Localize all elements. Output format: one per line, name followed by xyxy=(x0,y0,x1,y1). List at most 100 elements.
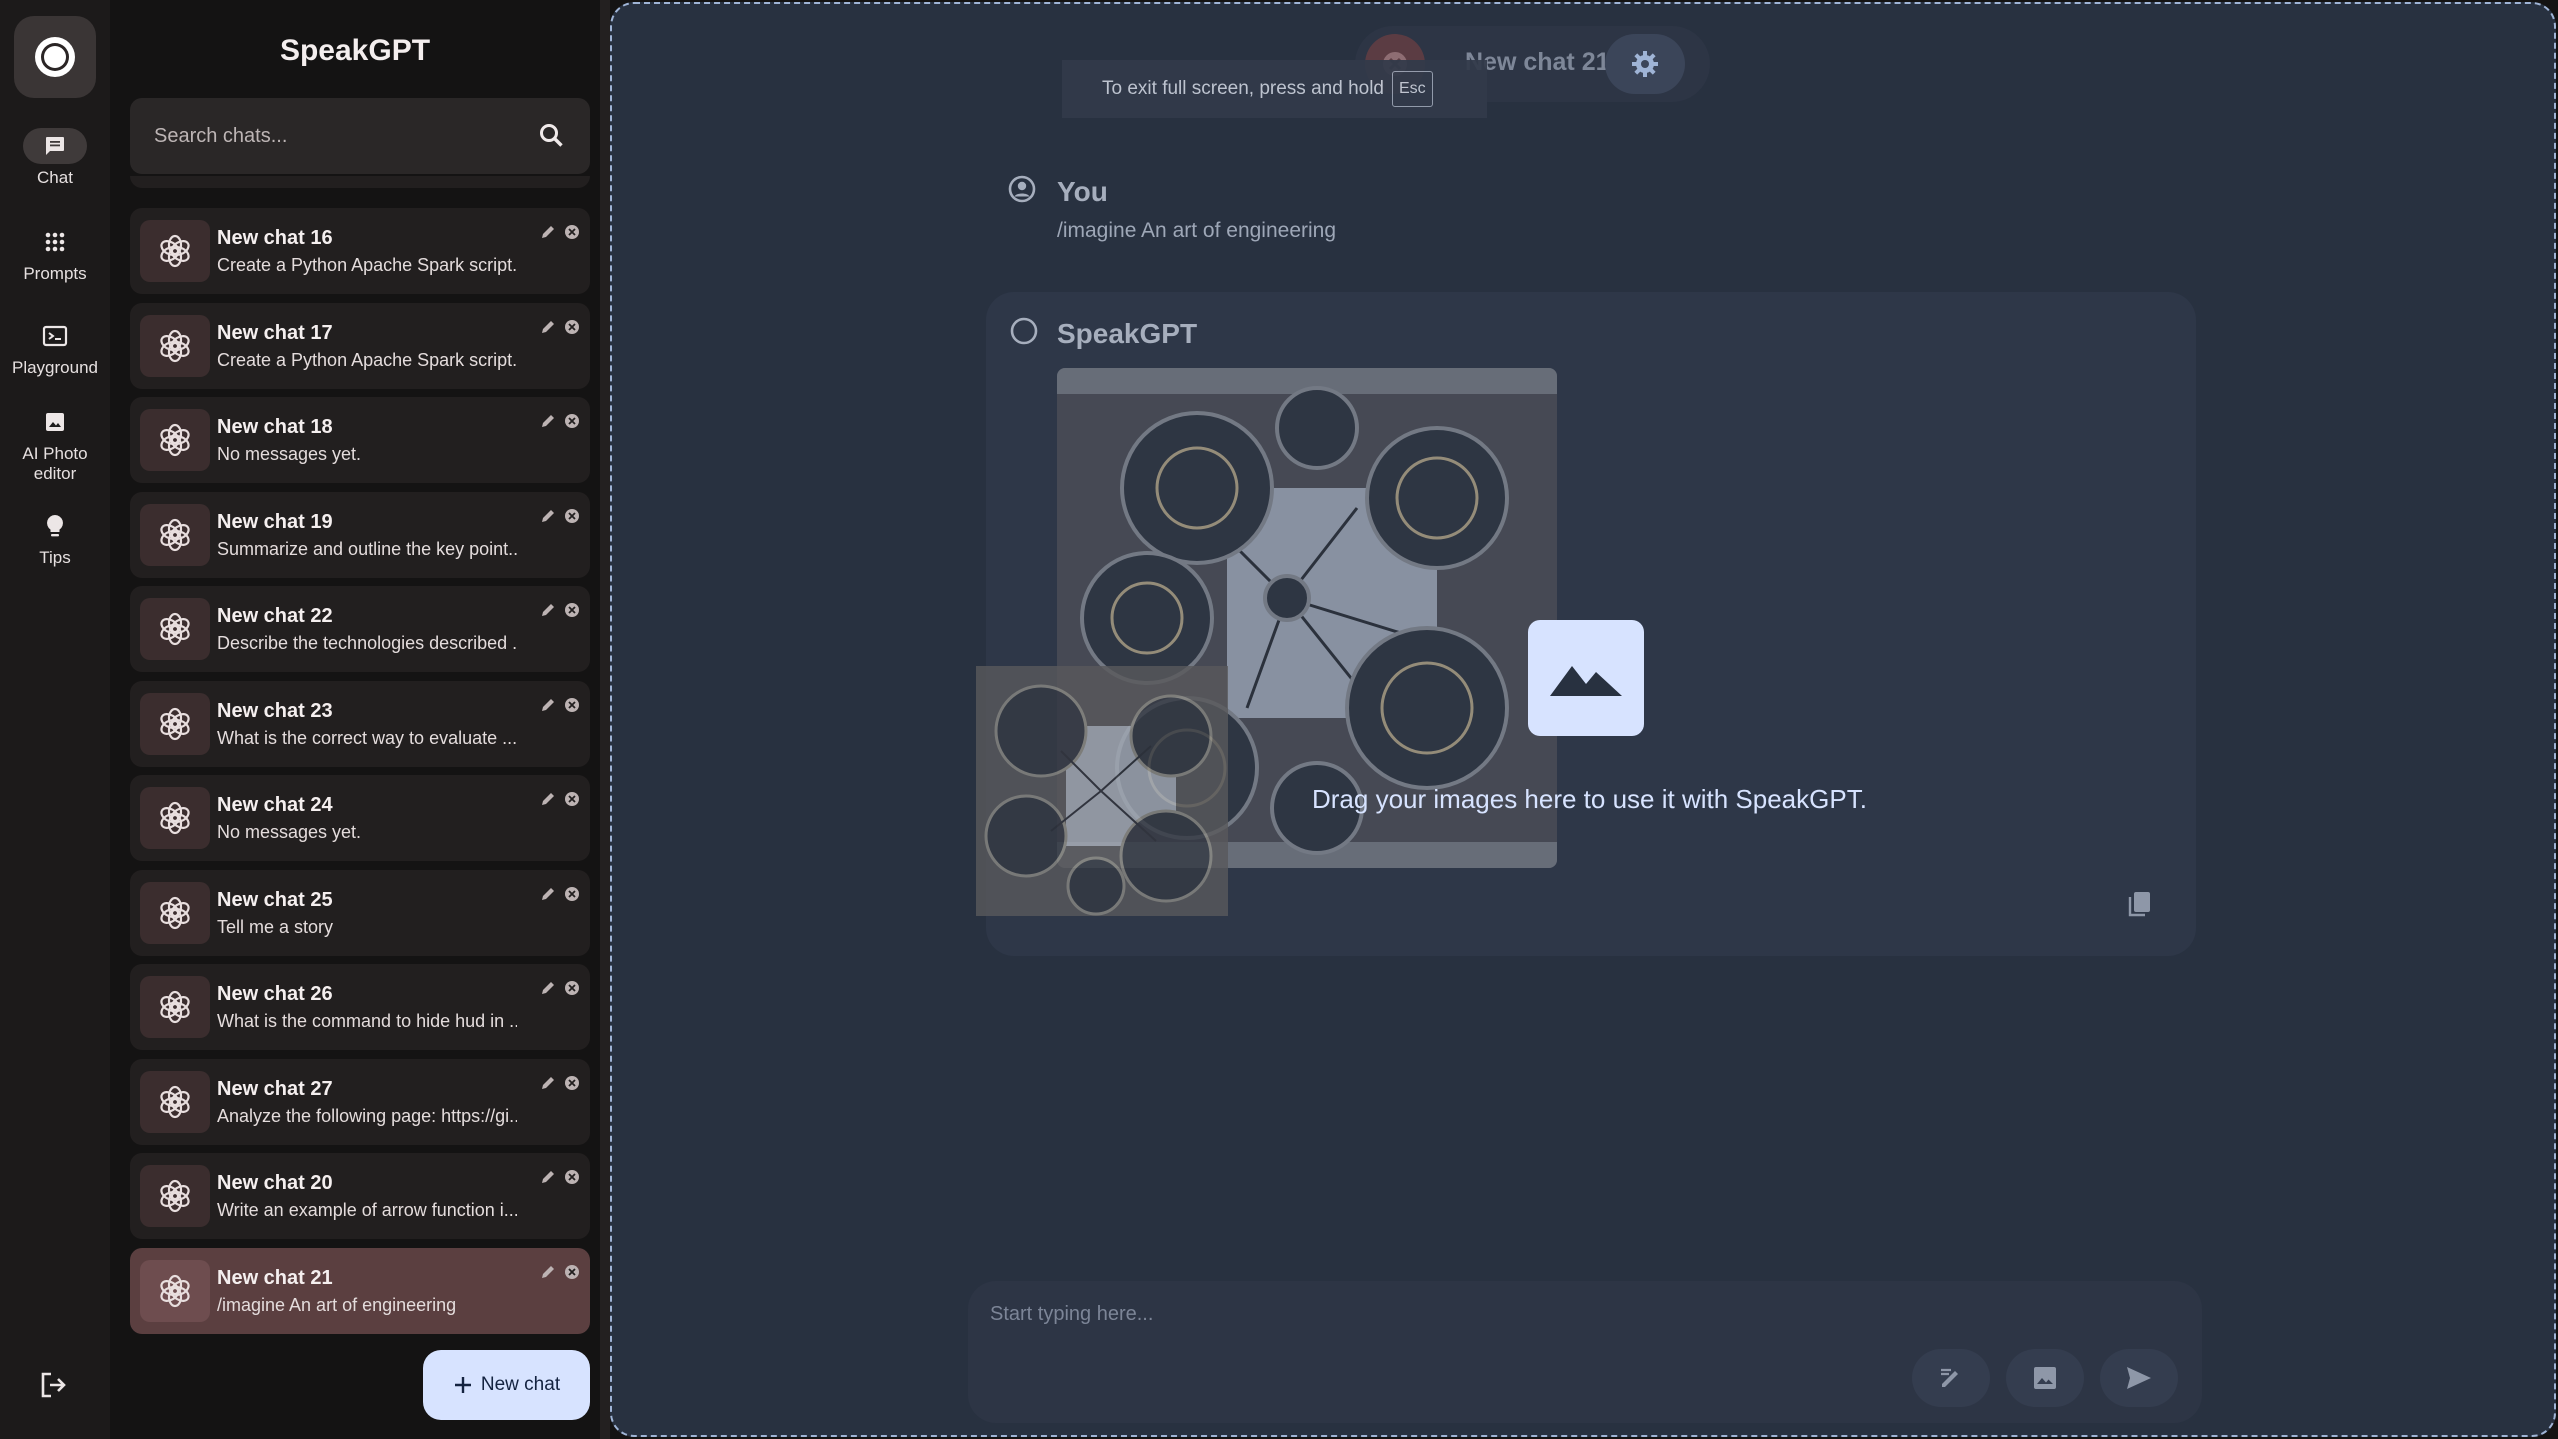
chat-list-item[interactable]: New chat 18 No messages yet. xyxy=(130,397,590,483)
rail-item-chat[interactable]: Chat xyxy=(0,128,110,188)
edit-icon[interactable] xyxy=(540,697,556,718)
rail-item-playground[interactable]: Playground xyxy=(0,318,110,378)
delete-icon[interactable] xyxy=(564,886,580,907)
edit-icon[interactable] xyxy=(540,319,556,340)
edit-icon[interactable] xyxy=(540,1169,556,1190)
edit-icon[interactable] xyxy=(540,508,556,529)
delete-icon[interactable] xyxy=(564,1075,580,1096)
chat-item-actions xyxy=(540,697,580,718)
openai-logo-icon xyxy=(140,976,210,1038)
user-message-text: /imagine An art of engineering xyxy=(1057,219,1337,242)
chat-item-actions xyxy=(540,319,580,340)
chat-item-actions xyxy=(540,980,580,1001)
chat-item-actions xyxy=(540,224,580,245)
chat-item-preview: Summarize and outline the key point... xyxy=(217,538,517,559)
edit-icon[interactable] xyxy=(540,980,556,1001)
delete-icon[interactable] xyxy=(564,1169,580,1190)
openai-logo-icon xyxy=(140,1259,210,1322)
assistant-avatar-icon xyxy=(1010,317,1038,345)
delete-icon[interactable] xyxy=(564,791,580,812)
openai-logo-icon xyxy=(140,503,210,566)
chat-list-panel: SpeakGPT New chat 16 Create a Python Apac… xyxy=(110,0,606,1439)
copy-button[interactable] xyxy=(2112,876,2168,932)
chat-item-title: New chat 17 xyxy=(217,321,333,344)
delete-icon[interactable] xyxy=(564,508,580,529)
chat-list-item[interactable]: New chat 22 Describe the technologies des… xyxy=(130,586,590,672)
chat-item-preview: Tell me a story xyxy=(217,916,334,937)
chat-list-item[interactable]: New chat 27 Analyze the following page: h… xyxy=(130,1058,590,1145)
chat-item-preview: What is the correct way to evaluate ... xyxy=(217,727,517,748)
chat-item-actions xyxy=(540,508,580,529)
message-input[interactable] xyxy=(990,1303,1890,1343)
rail-item-tips[interactable]: Tips xyxy=(0,508,110,568)
logout-icon[interactable] xyxy=(38,1370,68,1405)
delete-icon[interactable] xyxy=(564,224,580,245)
chat-item-preview: No messages yet. xyxy=(217,822,362,842)
chat-list: New chat 16 Create a Python Apache Spark … xyxy=(130,176,590,1336)
rail-label-tips: Tips xyxy=(39,548,71,567)
chat-list-item[interactable]: New chat 21/imagine An art of engineerin… xyxy=(130,1247,590,1334)
plus-icon xyxy=(454,1377,471,1393)
message-composer xyxy=(968,1281,2202,1423)
chat-item-title: New chat 26 xyxy=(217,983,333,1005)
assistant-message-author: SpeakGPT xyxy=(1057,318,1198,349)
delete-icon[interactable] xyxy=(564,413,580,434)
navigation-rail: Chat Prompts Playground AI Photo editor … xyxy=(0,0,110,1439)
send-button[interactable] xyxy=(2100,1349,2178,1407)
search-bar[interactable] xyxy=(130,98,590,174)
delete-icon[interactable] xyxy=(564,980,580,1001)
gear-icon xyxy=(1632,51,1658,77)
chat-icon xyxy=(23,128,87,164)
delete-icon[interactable] xyxy=(564,602,580,623)
chat-list-item[interactable]: New chat 20 Write an example of arrow fun… xyxy=(130,1153,590,1239)
user-avatar-icon xyxy=(1008,175,1036,203)
chat-list-item[interactable]: New chat 19 Summarize and outline the key… xyxy=(130,491,590,578)
openai-logo-icon xyxy=(140,692,210,755)
rail-item-ai-photo-editor[interactable]: AI Photo editor xyxy=(0,404,110,484)
chat-item-title: New chat 20 xyxy=(217,1172,333,1194)
logo-icon xyxy=(35,37,75,77)
chat-item-preview: Describe the technologies described ... xyxy=(217,633,517,653)
edit-icon[interactable] xyxy=(540,1264,556,1285)
delete-icon[interactable] xyxy=(564,697,580,718)
new-chat-label: New chat xyxy=(480,1374,561,1395)
edit-icon[interactable] xyxy=(540,224,556,245)
chat-settings-button[interactable] xyxy=(1605,34,1685,94)
copy-icon xyxy=(2128,892,2150,917)
apps-grid-icon xyxy=(23,224,87,260)
chat-item-preview: Create a Python Apache Spark script... xyxy=(217,255,517,275)
prompt-builder-button[interactable] xyxy=(1912,1349,1990,1407)
search-icon[interactable] xyxy=(538,122,566,150)
chat-item-partial[interactable] xyxy=(130,176,590,188)
attach-image-button[interactable] xyxy=(2006,1349,2084,1407)
edit-icon[interactable] xyxy=(540,1075,556,1096)
chat-list-item[interactable]: New chat 26 What is the command to hide h… xyxy=(130,964,590,1050)
openai-logo-icon xyxy=(140,881,210,944)
chat-list-item[interactable]: New chat 16 Create a Python Apache Spark … xyxy=(130,208,590,294)
delete-icon[interactable] xyxy=(564,1264,580,1285)
edit-icon[interactable] xyxy=(540,413,556,434)
user-message-author: You xyxy=(1057,176,1108,207)
chat-list-item[interactable]: New chat 25 Tell me a story xyxy=(130,869,590,956)
edit-icon[interactable] xyxy=(540,791,556,812)
search-input[interactable] xyxy=(154,124,538,148)
chat-item-title: New chat 24 xyxy=(217,794,333,816)
chat-list-item[interactable]: New chat 23 What is the correct way to ev… xyxy=(130,680,590,767)
openai-logo-icon xyxy=(140,787,210,849)
openai-logo-icon xyxy=(140,409,210,471)
chat-list-item[interactable]: New chat 17 Create a Python Apache Spark … xyxy=(130,302,590,389)
edit-icon[interactable] xyxy=(540,602,556,623)
chat-item-title: New chat 21 xyxy=(217,1266,333,1289)
chat-item-title: New chat 19 xyxy=(217,510,333,533)
chat-item-preview: Analyze the following page: https://gi..… xyxy=(217,1105,517,1126)
delete-icon[interactable] xyxy=(564,319,580,340)
openai-logo-icon xyxy=(140,220,210,282)
rail-item-prompts[interactable]: Prompts xyxy=(0,224,110,284)
send-icon xyxy=(2127,1367,2151,1389)
edit-icon[interactable] xyxy=(540,886,556,907)
chat-main-area: New chat 21 To exit full screen, press a… xyxy=(610,2,2556,1437)
esc-key-hint: Esc xyxy=(1392,71,1433,107)
chat-list-item[interactable]: New chat 24 No messages yet. xyxy=(130,775,590,861)
chat-item-title: New chat 27 xyxy=(217,1077,333,1100)
new-chat-button[interactable]: New chat xyxy=(423,1350,590,1420)
